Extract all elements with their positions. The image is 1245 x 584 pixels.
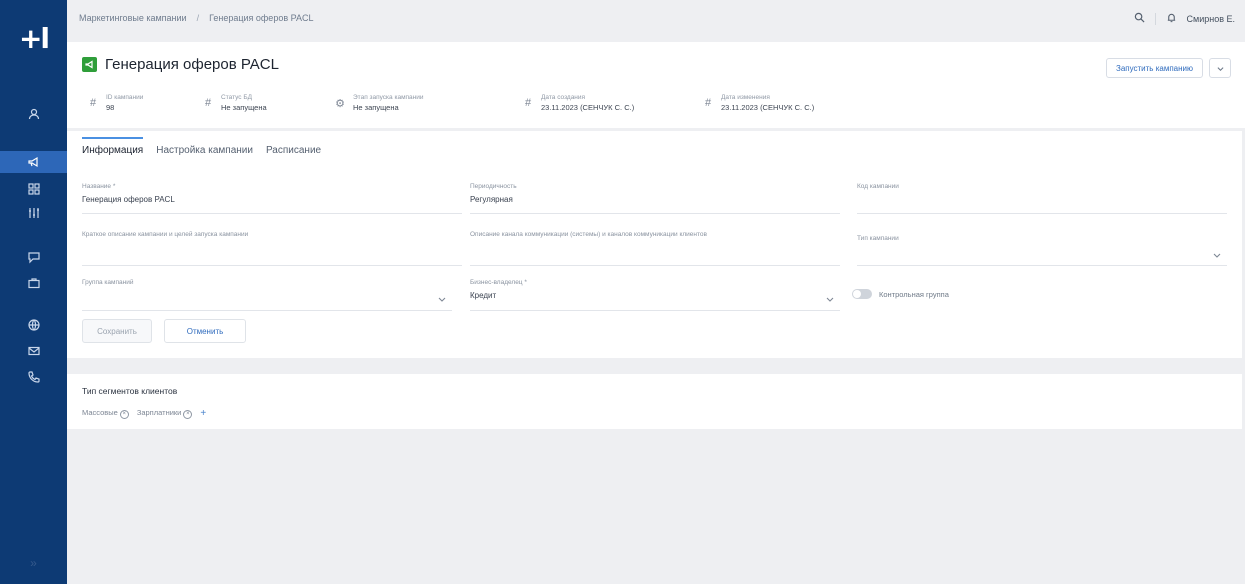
segment-tag: Зарплатники × — [137, 408, 193, 419]
client-segments-card: Тип сегментов клиентов Массовые × Зарплат… — [67, 374, 1242, 429]
bell-icon[interactable] — [1166, 12, 1177, 25]
meta-value: 98 — [106, 103, 115, 112]
meta-label: Статус БД — [221, 94, 253, 101]
meta-created: # Дата создания 23.11.2023 (СЕНЧУК С. С.) — [522, 93, 634, 113]
search-icon[interactable] — [1134, 12, 1145, 25]
users-icon[interactable] — [0, 103, 67, 125]
field-underline — [470, 265, 840, 266]
campaign-icon — [82, 57, 97, 72]
field-underline — [857, 265, 1227, 266]
topbar-actions: Смирнов Е. — [1134, 12, 1235, 25]
breadcrumb-separator: / — [196, 13, 200, 23]
app-logo[interactable]: +l — [0, 22, 67, 55]
tab-schedule[interactable]: Расписание — [266, 145, 321, 162]
field-underline — [470, 213, 840, 214]
meta-db-status: # Статус БД Не запущена — [202, 93, 267, 113]
segment-tag: Массовые × — [82, 408, 129, 419]
chat-icon[interactable] — [0, 246, 67, 268]
grid-icon[interactable] — [0, 178, 67, 200]
run-options-dropdown[interactable] — [1209, 58, 1231, 78]
gear-icon: ⚙ — [335, 97, 345, 110]
meta-value: 23.11.2023 (СЕНЧУК С. С.) — [541, 103, 635, 112]
comment-field[interactable]: Описание канала коммуникации (системы) и… — [470, 231, 840, 267]
field-underline — [82, 310, 452, 311]
chevron-down-icon — [1213, 253, 1221, 258]
side-nav: +l » — [0, 0, 67, 584]
meta-label: Дата изменения — [721, 94, 770, 101]
field-label: Описание канала коммуникации (системы) и… — [470, 231, 707, 238]
chevron-down-icon — [826, 297, 834, 302]
field-underline — [82, 213, 462, 214]
field-label: Бизнес-владелец * — [470, 279, 527, 286]
top-bar: Маркетинговые кампании / Генерация оферо… — [67, 0, 1245, 42]
campaign-code-field[interactable]: Код кампании — [857, 183, 1227, 214]
field-label: Периодичность — [470, 183, 517, 190]
tag-label: Зарплатники — [136, 408, 182, 418]
toggle-switch[interactable] — [852, 289, 872, 299]
field-underline — [857, 213, 1227, 214]
tag-label: Массовые — [82, 408, 118, 418]
toggle-label: Контрольная группа — [879, 289, 949, 299]
hash-icon: # — [89, 97, 97, 109]
field-underline — [470, 310, 840, 311]
campaign-info-card: Информация Настройка кампании Расписание… — [67, 131, 1242, 358]
briefcase-icon[interactable] — [0, 272, 67, 294]
field-value[interactable]: Регулярная — [470, 195, 840, 204]
meta-label: Этап запуска кампании — [353, 94, 424, 101]
periodicity-field[interactable]: Периодичность Регулярная — [470, 183, 840, 214]
control-group-toggle[interactable]: Контрольная группа — [852, 289, 949, 299]
hash-icon: # — [204, 97, 212, 109]
tabs: Информация Настройка кампании Расписание — [82, 137, 321, 162]
globe-icon[interactable] — [0, 314, 67, 336]
chevron-down-icon — [1217, 66, 1223, 71]
close-icon[interactable]: × — [183, 409, 193, 419]
run-campaign-button[interactable]: Запустить кампанию — [1105, 58, 1203, 78]
user-name[interactable]: Смирнов Е. — [1187, 14, 1235, 24]
campaign-type-select[interactable]: Тип кампании — [857, 235, 1227, 267]
close-icon[interactable]: × — [119, 409, 129, 419]
hash-icon: # — [524, 97, 532, 109]
collapse-nav-icon[interactable]: » — [0, 556, 67, 570]
meta-value: Не запущена — [353, 103, 399, 112]
mail-icon[interactable] — [0, 340, 67, 362]
meta-launch-stage: ⚙ Этап запуска кампании Не запущена — [334, 93, 424, 113]
meta-label: Дата создания — [541, 94, 586, 101]
page-title: Генерация оферов PACL — [105, 56, 279, 73]
field-label: Название * — [82, 183, 116, 190]
cancel-button[interactable]: Отменить — [164, 319, 246, 343]
megaphone-icon[interactable] — [0, 151, 67, 173]
field-label: Код кампании — [857, 183, 899, 190]
add-segment-button[interactable]: + — [200, 408, 206, 419]
meta-campaign-id: # ID кампании 98 — [87, 93, 143, 113]
meta-value: Не запущена — [221, 103, 267, 112]
campaign-group-select[interactable]: Группа кампаний — [82, 279, 452, 313]
field-value[interactable]: Генерация оферов PACL — [82, 195, 462, 204]
meta-label: ID кампании — [106, 94, 144, 101]
segments-title: Тип сегментов клиентов — [82, 386, 178, 396]
hash-icon: # — [704, 97, 712, 109]
breadcrumb-item-current: Генерация оферов PACL — [209, 13, 314, 23]
field-value: Кредит — [470, 291, 497, 300]
name-field[interactable]: Название * Генерация оферов PACL — [82, 183, 462, 214]
meta-value: 23.11.2023 (СЕНЧУК С. С.) — [721, 103, 815, 112]
divider — [1154, 12, 1156, 25]
campaign-meta: # ID кампании 98 # Статус БД Не запущена ⚙… — [82, 93, 1245, 123]
tab-information[interactable]: Информация — [82, 137, 144, 162]
business-owner-select[interactable]: Бизнес-владелец * Кредит — [470, 279, 840, 313]
field-label: Тип кампании — [857, 235, 899, 242]
segment-tags: Массовые × Зарплатники × + — [82, 408, 206, 419]
breadcrumb-item-campaigns[interactable]: Маркетинговые кампании — [79, 13, 187, 23]
phone-icon[interactable] — [0, 366, 67, 388]
save-button[interactable]: Сохранить — [82, 319, 152, 343]
chevron-down-icon — [438, 297, 446, 302]
field-label: Группа кампаний — [82, 279, 134, 286]
meta-modified: # Дата изменения 23.11.2023 (СЕНЧУК С. С.… — [702, 93, 814, 113]
campaign-header: Генерация оферов PACL Запустить кампанию… — [67, 42, 1245, 128]
breadcrumb: Маркетинговые кампании / Генерация оферо… — [79, 13, 313, 23]
field-underline — [82, 265, 462, 266]
field-label: Краткое описание кампании и целей запуск… — [82, 231, 249, 238]
tab-campaign-settings[interactable]: Настройка кампании — [156, 145, 253, 162]
description-field[interactable]: Краткое описание кампании и целей запуск… — [82, 231, 462, 267]
sliders-icon[interactable] — [0, 202, 67, 224]
